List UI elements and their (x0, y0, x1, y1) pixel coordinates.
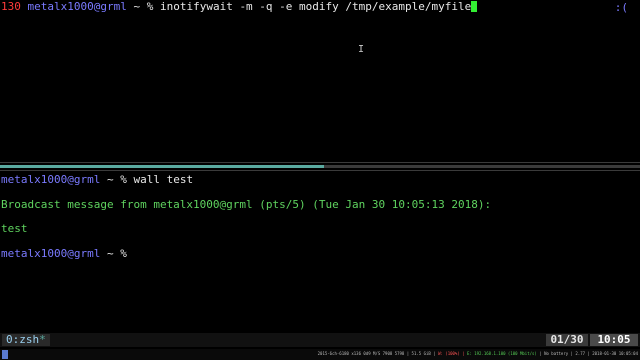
tmux-status-bar: 0:zsh* 01/30 10:05 (0, 333, 640, 347)
divider-inactive-segment (324, 165, 640, 168)
divider-active-segment (0, 165, 324, 168)
mouse-ibeam-icon: I (358, 44, 365, 55)
command-line: 130 metalx1000@grml ~ % inotifywait -m -… (1, 0, 478, 13)
text-cursor (471, 1, 478, 12)
bottom-terminal-pane[interactable]: metalx1000@grml ~ % wall test Broadcast … (0, 171, 640, 333)
window-active-flag: * (39, 333, 46, 346)
page-counter: 01/30 (546, 334, 588, 346)
command-text: wall test (133, 173, 194, 186)
prompt-path: ~ % (100, 247, 134, 260)
top-terminal-pane[interactable]: 130 metalx1000@grml ~ % inotifywait -m -… (0, 0, 640, 160)
broadcast-line: Broadcast message from metalx1000@grml (… (1, 198, 492, 211)
status-clock: 10:05 (590, 334, 638, 346)
exit-status-face: :( (614, 1, 628, 14)
divider-line-top (0, 162, 640, 163)
window-tab-zsh[interactable]: 0:zsh* (2, 334, 50, 346)
prompt-path: ~ % (126, 0, 160, 13)
command-text: inotifywait -m -q -e modify /tmp/example… (159, 0, 472, 13)
exit-code: 130 (1, 0, 21, 13)
system-taskbar: 2015-6ch-6180 x136 0d9 M/S 7908 5798 | 5… (0, 349, 640, 360)
broadcast-message: test (1, 222, 28, 235)
system-tray-status: 2015-6ch-6180 x136 0d9 M/S 7908 5798 | 5… (317, 351, 638, 356)
user-host: metalx1000@grml (1, 173, 101, 186)
pane-divider[interactable] (0, 160, 640, 171)
workspace-tag[interactable] (2, 350, 8, 359)
current-prompt-line: metalx1000@grml ~ % (1, 248, 133, 260)
wall-command-line: metalx1000@grml ~ % wall test (1, 174, 193, 186)
prompt-path: ~ % (100, 173, 134, 186)
user-host: metalx1000@grml (27, 0, 127, 13)
user-host: metalx1000@grml (1, 247, 101, 260)
